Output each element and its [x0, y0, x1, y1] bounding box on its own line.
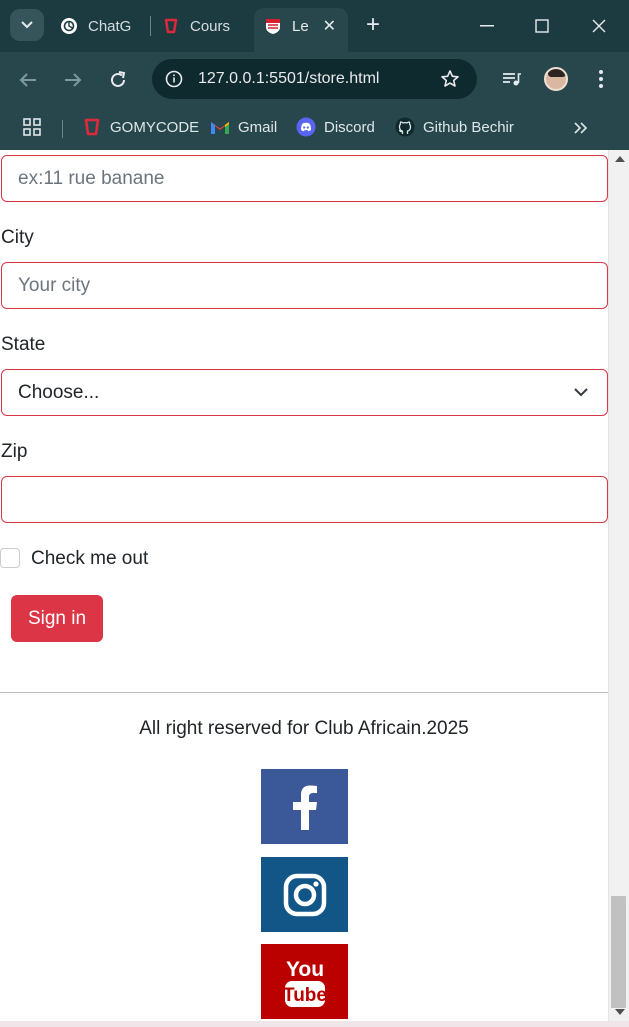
youtube-icon: You Tube [283, 958, 327, 1007]
bookmark-label: Gmail [238, 118, 278, 136]
bookmark-github[interactable]: Github Bechir [395, 116, 514, 138]
bookmarks-separator [62, 120, 63, 138]
site-info-icon[interactable] [164, 69, 184, 89]
tab-chatgpt[interactable]: ChatG [60, 10, 140, 42]
city-input[interactable] [18, 274, 607, 297]
maximize-button[interactable] [527, 12, 557, 40]
browser-toolbar: 127.0.0.1:5501/store.html [0, 52, 629, 106]
bookmark-discord[interactable]: Discord [296, 116, 375, 138]
gomycode-icon [162, 17, 180, 35]
discord-icon [296, 117, 316, 137]
bookmark-gomycode[interactable]: GOMYCODE [82, 116, 199, 138]
zip-label: Zip [1, 441, 28, 462]
address-field[interactable] [1, 155, 608, 202]
sign-in-button[interactable]: Sign in [11, 595, 103, 642]
check-me-out-checkbox[interactable] [0, 548, 20, 568]
checkbox-label: Check me out [31, 548, 149, 569]
bookmark-label: GOMYCODE [110, 118, 200, 136]
tab-label: Le [292, 17, 309, 35]
footer-copyright: All right reserved for Club Africain.202… [139, 718, 469, 739]
bookmark-gmail[interactable]: Gmail [210, 116, 277, 138]
address-bar[interactable]: 127.0.0.1:5501/store.html [152, 59, 477, 99]
avatar [544, 67, 568, 91]
zip-input[interactable] [18, 488, 607, 511]
title-bar: ChatG Cours Le ✕ + [0, 0, 629, 52]
gmail-icon [210, 117, 230, 137]
youtube-logo-you: You [285, 958, 323, 981]
close-icon[interactable]: ✕ [323, 16, 336, 36]
close-icon [592, 19, 606, 33]
more-bookmarks-button[interactable] [574, 117, 588, 139]
more-vertical-icon [599, 70, 603, 88]
footer-divider [0, 692, 608, 693]
facebook-icon [292, 785, 317, 830]
city-field[interactable] [1, 262, 608, 309]
page-scrollbar[interactable] [608, 150, 629, 1021]
gomycode-icon [82, 117, 102, 137]
city-label: City [1, 227, 34, 248]
new-tab-button[interactable]: + [362, 12, 384, 38]
media-control-button[interactable] [498, 65, 526, 93]
minimize-button[interactable] [472, 12, 502, 40]
zip-field[interactable] [1, 476, 608, 523]
tab-club-africain[interactable]: Le ✕ [264, 10, 338, 42]
state-selected-value: Choose... [18, 381, 100, 403]
apps-button[interactable] [22, 116, 50, 138]
state-select[interactable]: Choose... [1, 369, 608, 416]
reload-button[interactable] [104, 66, 132, 94]
minimize-icon [480, 25, 494, 27]
apps-grid-icon [22, 117, 42, 137]
bookmarks-bar: GOMYCODE Gmail Discord Github Bechir [0, 106, 629, 150]
arrow-left-icon [19, 73, 36, 87]
browser-menu-button[interactable] [587, 65, 615, 93]
facebook-link[interactable] [261, 769, 348, 844]
bookmark-label: Discord [324, 118, 375, 136]
forward-button[interactable] [59, 66, 87, 94]
tab-course[interactable]: Cours [162, 10, 240, 42]
chevron-down-icon [574, 388, 588, 397]
page-viewport: City State Choose... Zip Check me out Si… [0, 150, 629, 1021]
tab-search-button[interactable] [10, 9, 44, 41]
github-icon [395, 117, 415, 137]
instagram-link[interactable] [261, 857, 348, 932]
chevron-double-right-icon [574, 122, 588, 134]
reload-icon [111, 71, 126, 87]
tab-separator [150, 16, 151, 36]
address-input[interactable] [18, 167, 607, 190]
arrow-right-icon [65, 73, 82, 87]
bookmark-star-icon[interactable] [439, 68, 461, 90]
profile-button[interactable] [542, 65, 570, 93]
scrollbar-thumb[interactable] [611, 896, 626, 1008]
scroll-down-arrow-icon[interactable] [615, 1009, 625, 1015]
bookmark-label: Github Bechir [423, 118, 514, 136]
chevron-down-icon [21, 21, 33, 29]
instagram-icon [283, 873, 326, 916]
club-africain-icon [264, 17, 282, 35]
tab-label: Cours [190, 17, 231, 35]
back-button[interactable] [14, 66, 42, 94]
scroll-up-arrow-icon[interactable] [615, 156, 625, 162]
url-text[interactable]: 127.0.0.1:5501/store.html [198, 70, 379, 88]
close-window-button[interactable] [584, 12, 614, 40]
youtube-link[interactable]: You Tube [261, 944, 348, 1019]
window-bottom-edge [0, 1021, 629, 1027]
playlist-icon [503, 73, 521, 86]
tab-label: ChatG [88, 17, 132, 35]
maximize-icon [535, 19, 549, 33]
youtube-logo-tube: Tube [283, 985, 327, 1006]
state-label: State [1, 334, 46, 355]
chatgpt-icon [60, 17, 78, 35]
